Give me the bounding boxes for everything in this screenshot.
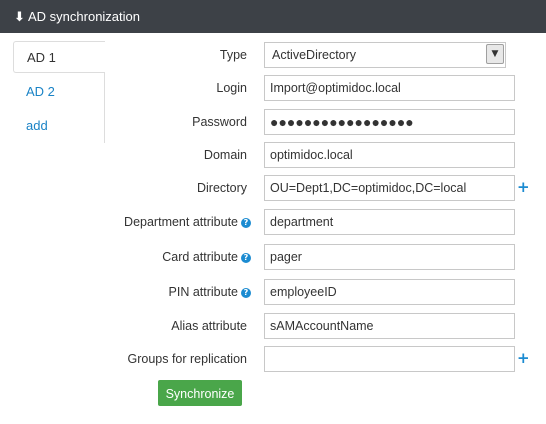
groups-label: Groups for replication [127, 352, 247, 366]
synchronize-button[interactable]: Synchronize [158, 380, 242, 406]
directory-label: Directory [196, 181, 247, 195]
pin-label: PIN attribute? [169, 279, 251, 305]
arrow-down-icon: ⬇ [14, 8, 25, 24]
panel-title: AD synchronization [28, 9, 140, 24]
domain-input[interactable]: optimidoc.local [264, 142, 515, 168]
department-label-text: Department attribute [124, 215, 238, 229]
domain-row: Domain optimidoc.local [0, 142, 546, 168]
question-circle-icon[interactable]: ? [241, 288, 251, 298]
groups-input[interactable] [264, 346, 515, 372]
card-row: Card attribute? pager [0, 244, 546, 270]
department-row: Department attribute? department [0, 209, 546, 235]
alias-row: Alias attribute sAMAccountName [0, 313, 546, 339]
question-circle-icon[interactable]: ? [241, 218, 251, 228]
department-input[interactable]: department [264, 209, 515, 235]
panel-header: ⬇ AD synchronization [0, 0, 546, 33]
directory-row: Directory OU=Dept1,DC=optimidoc,DC=local… [0, 175, 546, 201]
password-input[interactable]: ●●●●●●●●●●●●●●●●● [264, 109, 515, 135]
pin-label-text: PIN attribute [168, 285, 238, 299]
type-select[interactable]: ActiveDirectory [264, 42, 506, 68]
question-circle-icon[interactable]: ? [241, 253, 251, 263]
alias-label: Alias attribute [171, 319, 247, 333]
pin-row: PIN attribute? employeeID [0, 279, 546, 305]
login-input[interactable]: Import@optimidoc.local [264, 75, 515, 101]
alias-input[interactable]: sAMAccountName [264, 313, 515, 339]
card-input[interactable]: pager [264, 244, 515, 270]
password-label: Password [192, 115, 247, 129]
chevron-down-icon[interactable]: ▼ [486, 44, 504, 64]
directory-input[interactable]: OU=Dept1,DC=optimidoc,DC=local [264, 175, 515, 201]
login-label: Login [216, 81, 247, 95]
card-label-text: Card attribute [162, 250, 238, 264]
login-row: Login Import@optimidoc.local [0, 75, 546, 101]
password-row: Password ●●●●●●●●●●●●●●●●● [0, 109, 546, 135]
department-label: Department attribute? [124, 209, 251, 235]
type-row: Type ActiveDirectory ▼ [0, 42, 546, 68]
type-label: Type [219, 48, 247, 62]
card-label: Card attribute? [162, 244, 251, 270]
add-group-plus-icon[interactable]: + [517, 348, 530, 368]
pin-input[interactable]: employeeID [264, 279, 515, 305]
groups-row: Groups for replication + [0, 346, 546, 372]
add-directory-plus-icon[interactable]: + [517, 177, 530, 197]
domain-label: Domain [203, 148, 247, 162]
